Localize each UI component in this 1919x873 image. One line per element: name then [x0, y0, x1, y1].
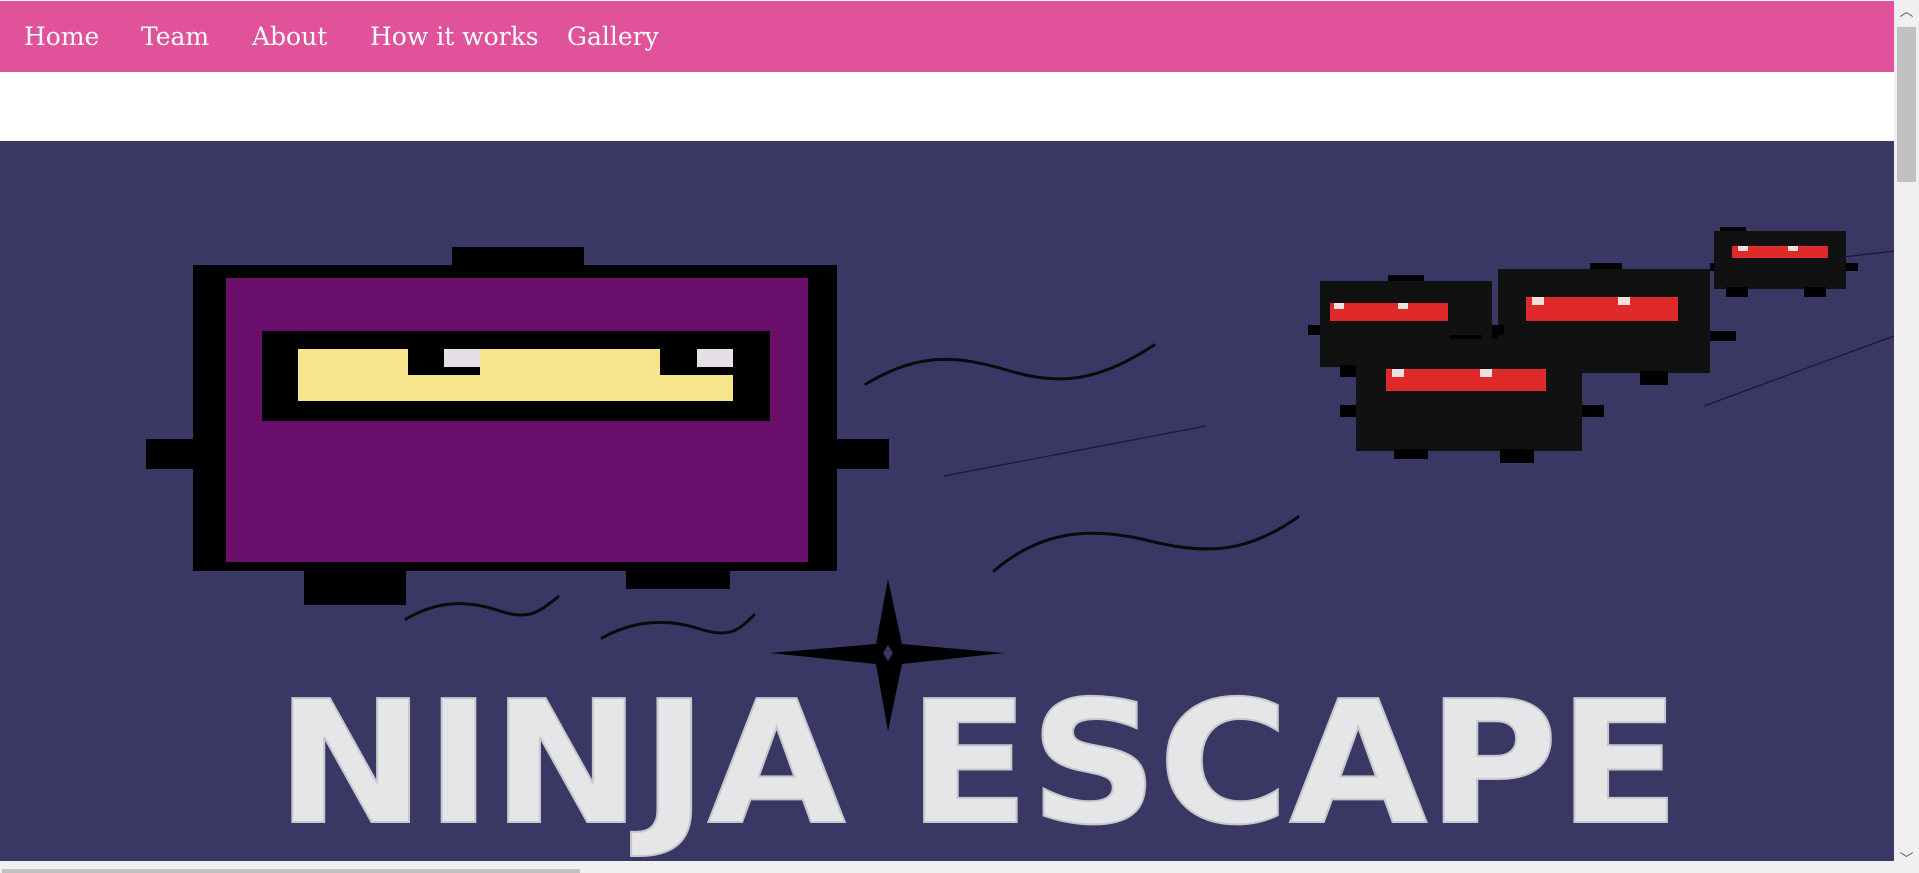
nav-link-gallery[interactable]: Gallery [567, 20, 659, 54]
horizontal-scroll-thumb[interactable] [2, 869, 580, 873]
horizontal-scrollbar[interactable] [0, 861, 1894, 873]
header-spacer [0, 72, 1894, 141]
nav-link-how-it-works[interactable]: How it works [370, 20, 539, 54]
nav-link-about[interactable]: About [252, 20, 327, 54]
hero-ninja-character [146, 247, 889, 605]
nav-link-team[interactable]: Team [141, 20, 209, 54]
game-banner-image: NINJA ESCAPE [0, 141, 1894, 861]
enemy-ninja [1710, 227, 1858, 297]
enemy-ninja-group [1308, 227, 1858, 463]
top-navigation-bar: Home Team About How it works Gallery [0, 0, 1894, 73]
scroll-down-arrow-icon[interactable]: ﹀ [1894, 848, 1919, 873]
nav-link-home[interactable]: Home [24, 20, 99, 54]
enemy-ninja [1340, 335, 1604, 463]
vertical-scroll-thumb[interactable] [1897, 27, 1916, 182]
vertical-scrollbar[interactable]: ︿ ﹀ [1894, 0, 1919, 873]
logo-title: NINJA ESCAPE [276, 665, 1680, 861]
banner-illustration: NINJA ESCAPE [146, 227, 1894, 861]
scroll-up-arrow-icon[interactable]: ︿ [1894, 0, 1919, 25]
